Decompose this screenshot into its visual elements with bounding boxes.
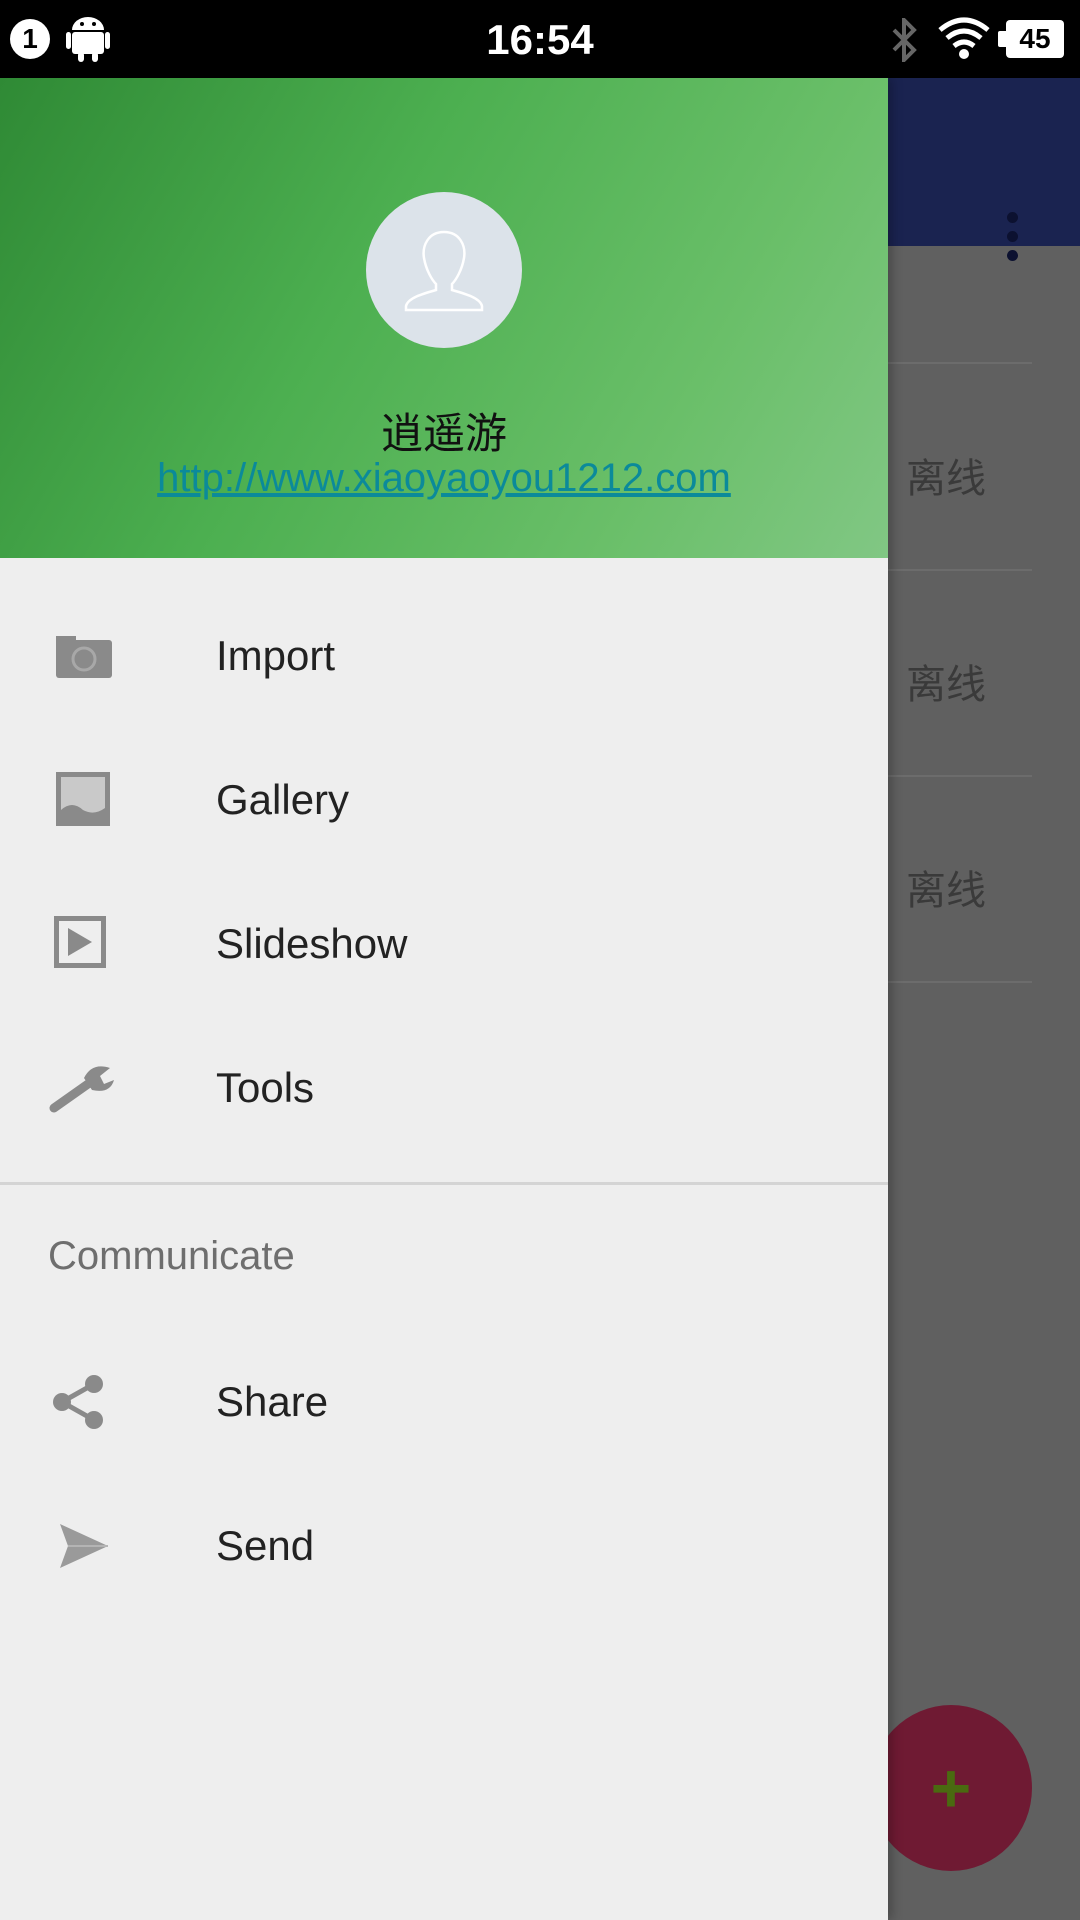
wrench-icon <box>49 1066 114 1113</box>
menu-item-gallery[interactable]: Gallery <box>0 728 888 872</box>
send-icon <box>60 1524 108 1568</box>
menu-item-send[interactable]: Send <box>0 1474 888 1618</box>
status-bar: 1 16:54 45 <box>0 0 1080 78</box>
battery-indicator: 45 <box>998 20 1064 58</box>
gallery-icon <box>56 772 110 826</box>
menu-item-label: Share <box>216 1378 329 1425</box>
add-fab-button[interactable]: + <box>870 1705 1032 1871</box>
list-item-status: 离线 <box>906 868 986 914</box>
overflow-menu-icon[interactable] <box>1002 212 1022 268</box>
menu-item-share[interactable]: Share <box>0 1330 888 1474</box>
camera-icon <box>56 636 112 678</box>
menu-item-slideshow[interactable]: Slideshow <box>0 872 888 1016</box>
user-icon <box>404 230 484 312</box>
list-item[interactable]: 离线 <box>888 570 1032 777</box>
navigation-drawer: 逍遥游 http://www.xiaoyaoyou1212.com Import… <box>0 78 888 1920</box>
user-url-link[interactable]: http://www.xiaoyaoyou1212.com <box>0 456 888 501</box>
share-icon <box>53 1375 103 1429</box>
drawer-divider <box>0 1182 888 1185</box>
menu-item-label: Tools <box>216 1064 315 1111</box>
wifi-icon <box>938 17 990 59</box>
list-item[interactable]: 离线 <box>888 776 1032 983</box>
bluetooth-icon <box>892 18 917 62</box>
menu-item-label: Slideshow <box>216 920 408 967</box>
menu-item-label: Send <box>216 1522 315 1569</box>
slideshow-icon <box>54 916 106 968</box>
menu-item-import[interactable]: Import <box>0 584 888 728</box>
section-title: Communicate <box>48 1234 295 1278</box>
user-name: 逍遥游 <box>380 409 507 458</box>
menu-item-label: Gallery <box>216 776 350 823</box>
list-item-status: 离线 <box>906 456 986 502</box>
avatar[interactable] <box>366 192 522 348</box>
list-item-status: 离线 <box>906 662 986 708</box>
drawer-header: 逍遥游 http://www.xiaoyaoyou1212.com <box>0 78 888 558</box>
menu-item-tools[interactable]: Tools <box>0 1016 888 1160</box>
list-item[interactable]: 离线 <box>888 364 1032 571</box>
menu-item-label: Import <box>216 632 336 679</box>
